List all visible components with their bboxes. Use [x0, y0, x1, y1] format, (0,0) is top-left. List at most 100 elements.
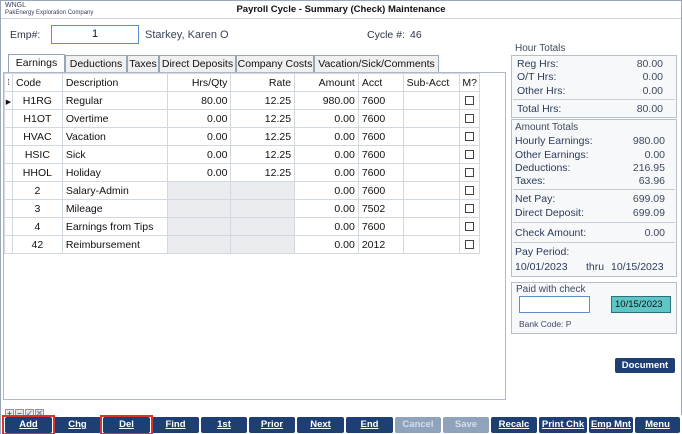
cell-sub-acct[interactable] — [402, 199, 461, 218]
recalc-button[interactable]: Recalc — [491, 417, 537, 433]
cell-acct[interactable]: 7600 — [357, 145, 404, 164]
cell-acct[interactable]: 7600 — [357, 91, 404, 110]
find-button[interactable]: Find — [152, 417, 199, 433]
cell-rate[interactable]: 12.25 — [230, 163, 296, 182]
cell-acct[interactable]: 7600 — [357, 163, 404, 182]
save-button[interactable]: Save — [443, 417, 489, 433]
cell-hrs[interactable]: 80.00 — [166, 91, 232, 110]
document-button[interactable]: Document — [615, 358, 675, 373]
change-button[interactable]: Chg — [54, 417, 101, 433]
manual-checkbox[interactable] — [465, 132, 475, 142]
cell-description[interactable]: Earnings from Tips — [61, 217, 168, 236]
next-button[interactable]: Next — [297, 417, 344, 433]
employee-maintenance-button[interactable]: Emp Mnt — [589, 417, 633, 433]
table-row[interactable]: H1OT Overtime 0.00 12.25 0.00 7600 — [4, 109, 480, 128]
table-row[interactable]: ▶ H1RG Regular 80.00 12.25 980.00 7600 — [4, 91, 480, 110]
manual-checkbox[interactable] — [465, 204, 475, 214]
cell-description[interactable]: Vacation — [61, 127, 168, 146]
cell-sub-acct[interactable] — [402, 91, 461, 110]
cell-amount[interactable]: 0.00 — [294, 109, 359, 128]
prior-button[interactable]: Prior — [249, 417, 295, 433]
cell-m[interactable] — [459, 217, 480, 236]
cell-code[interactable]: HSIC — [11, 145, 63, 164]
cell-acct[interactable]: 2012 — [357, 235, 404, 254]
cell-amount[interactable]: 0.00 — [294, 163, 359, 182]
cell-code[interactable]: HHOL — [11, 163, 63, 182]
cell-amount[interactable]: 0.00 — [294, 127, 359, 146]
cell-amount[interactable]: 0.00 — [294, 235, 359, 254]
cell-m[interactable] — [459, 163, 480, 182]
cell-acct[interactable]: 7600 — [357, 127, 404, 146]
table-row[interactable]: 42 Reimbursement 0.00 2012 — [4, 235, 480, 254]
cell-rate[interactable]: 12.25 — [230, 91, 296, 110]
cell-m[interactable] — [459, 199, 480, 218]
cell-amount[interactable]: 0.00 — [294, 199, 359, 218]
cell-sub-acct[interactable] — [402, 217, 461, 236]
check-number-field[interactable] — [519, 296, 590, 313]
cell-sub-acct[interactable] — [402, 235, 461, 254]
tab-taxes[interactable]: Taxes — [127, 55, 159, 72]
cell-sub-acct[interactable] — [402, 109, 461, 128]
cell-acct[interactable]: 7600 — [357, 217, 404, 236]
check-date-field[interactable]: 10/15/2023 — [611, 296, 671, 313]
cell-description[interactable]: Mileage — [61, 199, 168, 218]
cell-hrs[interactable]: 0.00 — [166, 145, 232, 164]
tab-vacation-sick-comments[interactable]: Vacation/Sick/Comments — [314, 55, 439, 72]
cell-description[interactable]: Reimbursement — [61, 235, 168, 254]
first-button[interactable]: 1st — [201, 417, 247, 433]
emp-number-field[interactable]: 1 — [51, 25, 139, 44]
cell-amount[interactable]: 0.00 — [294, 217, 359, 236]
manual-checkbox[interactable] — [465, 114, 475, 124]
cell-m[interactable] — [459, 91, 480, 110]
cell-rate[interactable]: 12.25 — [230, 127, 296, 146]
cell-m[interactable] — [459, 109, 480, 128]
tab-direct-deposits[interactable]: Direct Deposits — [159, 55, 236, 72]
cell-sub-acct[interactable] — [402, 127, 461, 146]
manual-checkbox[interactable] — [465, 186, 475, 196]
cell-hrs[interactable]: 0.00 — [166, 109, 232, 128]
table-row[interactable]: 4 Earnings from Tips 0.00 7600 — [4, 217, 480, 236]
cell-m[interactable] — [459, 181, 480, 200]
menu-button[interactable]: Menu — [635, 417, 680, 433]
cell-code[interactable]: 4 — [11, 217, 63, 236]
manual-checkbox[interactable] — [465, 150, 475, 160]
cell-rate[interactable]: 12.25 — [230, 109, 296, 128]
print-check-button[interactable]: Print Chk — [539, 417, 587, 433]
cell-amount[interactable]: 980.00 — [294, 91, 359, 110]
cell-rate[interactable]: 12.25 — [230, 145, 296, 164]
manual-checkbox[interactable] — [465, 96, 475, 106]
cell-sub-acct[interactable] — [402, 145, 461, 164]
cell-code[interactable]: 3 — [11, 199, 63, 218]
manual-checkbox[interactable] — [465, 240, 475, 250]
table-row[interactable]: HHOL Holiday 0.00 12.25 0.00 7600 — [4, 163, 480, 182]
cell-amount[interactable]: 0.00 — [294, 145, 359, 164]
cell-code[interactable]: HVAC — [11, 127, 63, 146]
table-row[interactable]: 2 Salary-Admin 0.00 7600 — [4, 181, 480, 200]
cell-m[interactable] — [459, 235, 480, 254]
cell-code[interactable]: H1OT — [11, 109, 63, 128]
table-row[interactable]: 3 Mileage 0.00 7502 — [4, 199, 480, 218]
cell-hrs[interactable]: 0.00 — [166, 163, 232, 182]
cell-description[interactable]: Regular — [61, 91, 168, 110]
end-button[interactable]: End — [346, 417, 393, 433]
cell-acct[interactable]: 7600 — [357, 109, 404, 128]
cell-acct[interactable]: 7502 — [357, 199, 404, 218]
cell-amount[interactable]: 0.00 — [294, 181, 359, 200]
cell-hrs[interactable]: 0.00 — [166, 127, 232, 146]
cell-code[interactable]: H1RG — [11, 91, 63, 110]
tab-company-costs[interactable]: Company Costs — [236, 55, 314, 72]
cell-m[interactable] — [459, 145, 480, 164]
cell-description[interactable]: Overtime — [61, 109, 168, 128]
cell-m[interactable] — [459, 127, 480, 146]
cell-sub-acct[interactable] — [402, 163, 461, 182]
table-row[interactable]: HSIC Sick 0.00 12.25 0.00 7600 — [4, 145, 480, 164]
tab-earnings[interactable]: Earnings — [8, 54, 65, 72]
cell-code[interactable]: 42 — [11, 235, 63, 254]
cancel-button[interactable]: Cancel — [395, 417, 441, 433]
manual-checkbox[interactable] — [465, 222, 475, 232]
cell-description[interactable]: Sick — [61, 145, 168, 164]
tab-deductions[interactable]: Deductions — [65, 55, 127, 72]
cell-description[interactable]: Holiday — [61, 163, 168, 182]
cell-acct[interactable]: 7600 — [357, 181, 404, 200]
cell-code[interactable]: 2 — [11, 181, 63, 200]
